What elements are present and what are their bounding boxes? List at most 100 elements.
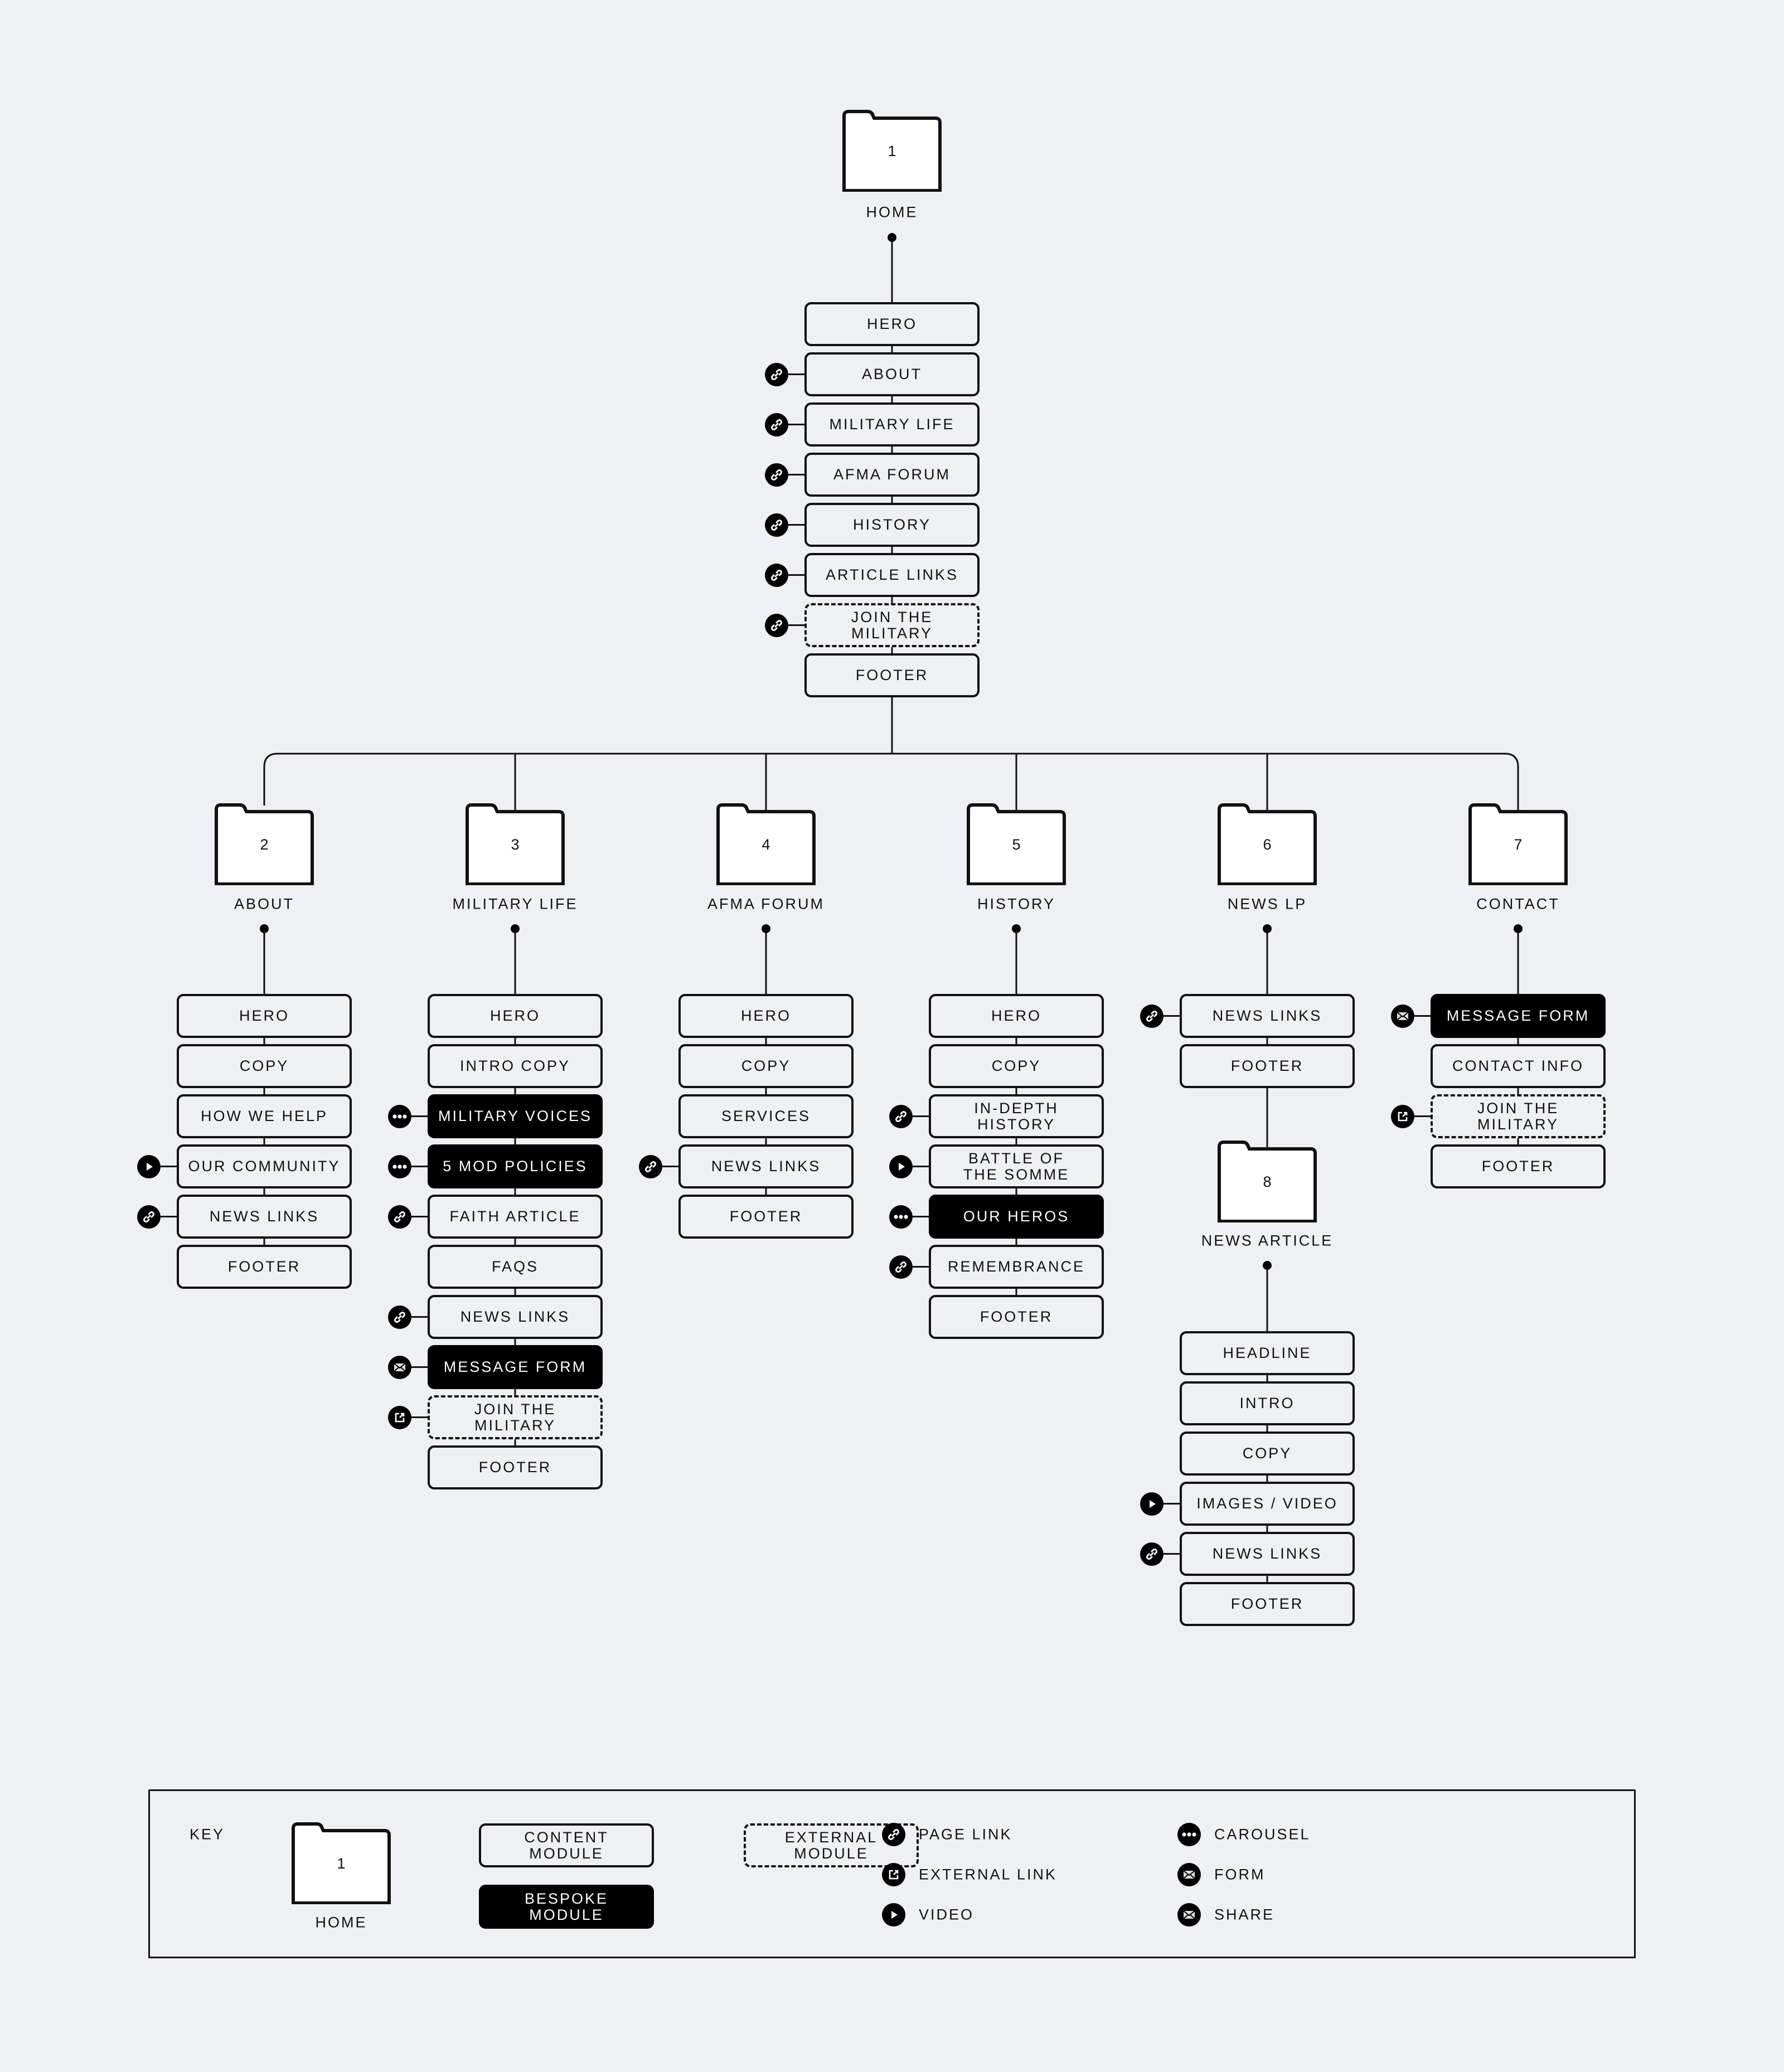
content-module[interactable]: CONTACT INFO: [1431, 1044, 1606, 1088]
page-link-icon: [388, 1305, 411, 1329]
external-module[interactable]: JOIN THE MILITARY: [804, 603, 980, 647]
page-folder-3[interactable]: 3: [465, 803, 565, 885]
page-number: 4: [762, 836, 770, 853]
legend-folder-label: HOME: [315, 1914, 367, 1931]
page-link-icon: [765, 613, 788, 637]
bespoke-module[interactable]: OUR HEROS: [929, 1195, 1104, 1239]
legend-title: KEY: [190, 1826, 225, 1843]
content-module[interactable]: FOOTER: [1180, 1582, 1355, 1626]
video-icon: [889, 1154, 913, 1178]
content-module[interactable]: HERO: [177, 994, 352, 1038]
bespoke-module[interactable]: MESSAGE FORM: [428, 1345, 603, 1389]
content-module[interactable]: NEWS LINKS: [678, 1144, 854, 1188]
content-module[interactable]: COPY: [177, 1044, 352, 1088]
bespoke-module[interactable]: MILITARY VOICES: [428, 1094, 603, 1138]
page-link-icon: [639, 1154, 662, 1178]
content-module[interactable]: AFMA FORUM: [804, 453, 980, 497]
page-title: NEWS ARTICLE: [1201, 1232, 1334, 1249]
content-module[interactable]: FOOTER: [177, 1245, 352, 1289]
page-folder-5[interactable]: 5: [966, 803, 1066, 885]
page-folder-8[interactable]: 8: [1217, 1140, 1317, 1222]
page-number: 5: [1012, 836, 1021, 853]
page-title: MILITARY LIFE: [452, 895, 578, 913]
form-icon: [388, 1355, 411, 1379]
legend-content-module: CONTENT MODULE: [479, 1823, 654, 1867]
page-number: 6: [1263, 836, 1272, 853]
carousel-icon: [889, 1205, 913, 1229]
content-module[interactable]: FOOTER: [428, 1445, 603, 1489]
external-link-icon: [882, 1863, 905, 1886]
content-module[interactable]: IMAGES / VIDEO: [1180, 1482, 1355, 1526]
legend-folder-number: 1: [337, 1855, 346, 1872]
page-folder-7[interactable]: 7: [1468, 803, 1568, 885]
external-module[interactable]: JOIN THE MILITARY: [1431, 1094, 1606, 1138]
legend-share-label: SHARE: [1214, 1906, 1275, 1923]
content-module[interactable]: INTRO COPY: [428, 1044, 603, 1088]
content-module[interactable]: ARTICLE LINKS: [804, 553, 980, 597]
content-module[interactable]: NEWS LINKS: [1180, 1532, 1355, 1576]
content-module[interactable]: SERVICES: [678, 1094, 854, 1138]
content-module[interactable]: HERO: [678, 994, 854, 1038]
content-module[interactable]: FAITH ARTICLE: [428, 1195, 603, 1239]
page-title: HISTORY: [977, 895, 1056, 913]
page-link-icon: [889, 1104, 913, 1128]
page-link-icon: [889, 1255, 913, 1279]
content-module[interactable]: FOOTER: [678, 1195, 854, 1239]
content-module[interactable]: INTRO: [1180, 1381, 1355, 1425]
video-icon: [137, 1154, 161, 1178]
content-module[interactable]: HOW WE HELP: [177, 1094, 352, 1138]
page-number: 1: [888, 143, 896, 159]
page-link-icon: [765, 413, 788, 436]
legend-bespoke-module: BESPOKE MODULE: [479, 1885, 654, 1929]
content-module[interactable]: COPY: [1180, 1432, 1355, 1476]
content-module[interactable]: HERO: [428, 994, 603, 1038]
content-module[interactable]: REMEMBRANCE: [929, 1245, 1104, 1289]
page-number: 8: [1263, 1173, 1272, 1190]
legend-external-link-label: EXTERNAL LINK: [919, 1866, 1058, 1883]
content-module[interactable]: IN-DEPTH HISTORY: [929, 1094, 1104, 1138]
page-folder-2[interactable]: 2: [214, 803, 314, 885]
external-link-icon: [388, 1405, 411, 1429]
content-module[interactable]: HISTORY: [804, 503, 980, 547]
legend-key: KEY 1 HOME CONTENT MODULE BESPOKE MODULE…: [148, 1789, 1636, 1958]
carousel-icon: [1177, 1823, 1201, 1846]
page-number: 7: [1514, 836, 1523, 853]
bespoke-module[interactable]: MESSAGE FORM: [1431, 994, 1606, 1038]
content-module[interactable]: HERO: [929, 994, 1104, 1038]
page-number: 3: [511, 836, 520, 853]
content-module[interactable]: ABOUT: [804, 352, 980, 396]
content-module[interactable]: OUR COMMUNITY: [177, 1144, 352, 1188]
page-link-icon: [765, 463, 788, 487]
page-title: AFMA FORUM: [707, 895, 825, 913]
content-module[interactable]: HERO: [804, 302, 980, 346]
content-module[interactable]: FOOTER: [804, 653, 980, 697]
external-module[interactable]: JOIN THE MILITARY: [428, 1395, 603, 1439]
page-folder-6[interactable]: 6: [1217, 803, 1317, 885]
content-module[interactable]: FAQS: [428, 1245, 603, 1289]
legend-folder: 1: [291, 1822, 391, 1904]
content-module[interactable]: FOOTER: [1180, 1044, 1355, 1088]
content-module[interactable]: COPY: [929, 1044, 1104, 1088]
bespoke-module[interactable]: 5 MOD POLICIES: [428, 1144, 603, 1188]
content-module[interactable]: HEADLINE: [1180, 1331, 1355, 1375]
content-module[interactable]: NEWS LINKS: [428, 1295, 603, 1339]
legend-carousel-label: CAROUSEL: [1214, 1826, 1311, 1843]
sitemap-diagram: 1 HOME HERO ABOUT MILITARY LIFE AFMA FORUM HIS…: [0, 0, 1784, 2072]
page-folder-4[interactable]: 4: [716, 803, 816, 885]
content-module[interactable]: FOOTER: [1431, 1144, 1606, 1188]
content-module[interactable]: MILITARY LIFE: [804, 402, 980, 447]
content-module[interactable]: COPY: [678, 1044, 854, 1088]
page-folder-1[interactable]: 1: [842, 109, 942, 192]
page-title: HOME: [866, 203, 918, 221]
page-link-icon: [765, 513, 788, 537]
legend-video-label: VIDEO: [919, 1906, 975, 1923]
share-icon: [1177, 1903, 1201, 1927]
page-title: ABOUT: [234, 895, 295, 913]
content-module[interactable]: BATTLE OF THE SOMME: [929, 1144, 1104, 1188]
page-number: 2: [260, 836, 269, 853]
content-module[interactable]: NEWS LINKS: [177, 1195, 352, 1239]
content-module[interactable]: FOOTER: [929, 1295, 1104, 1339]
content-module[interactable]: NEWS LINKS: [1180, 994, 1355, 1038]
page-title: NEWS LP: [1227, 895, 1307, 913]
page-link-icon: [1140, 1004, 1164, 1028]
